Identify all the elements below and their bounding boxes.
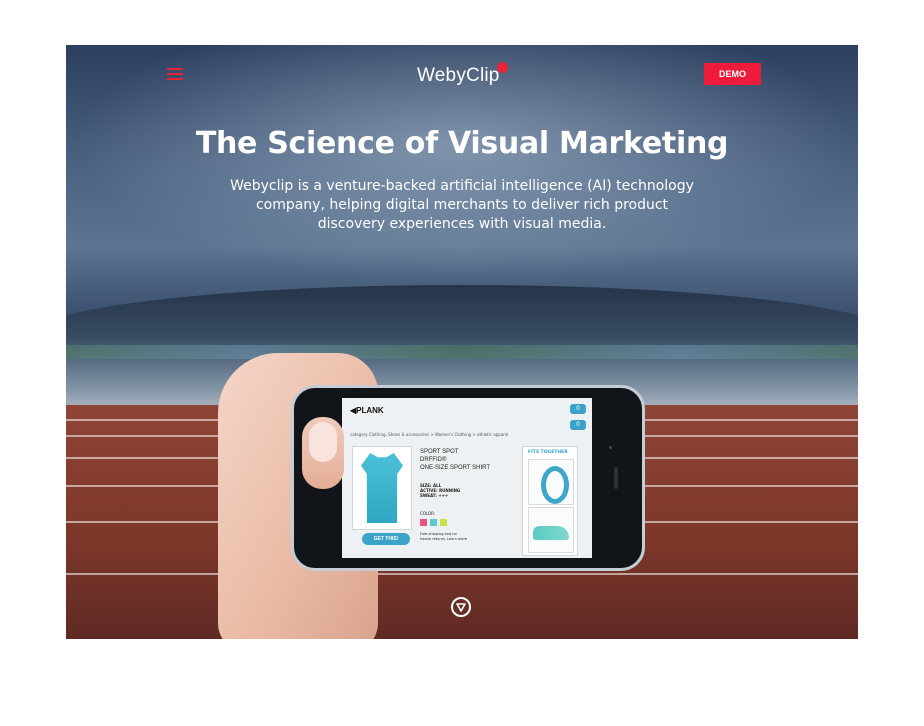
wristband-image	[541, 466, 569, 504]
phone-home-button	[614, 467, 618, 489]
fits-together-label: FITS TOGETHER	[528, 450, 568, 455]
color-swatch	[430, 519, 437, 526]
product-meta: SIZE: ALL ACTIVE: RUNNING SWEAT: +++	[420, 483, 461, 498]
page-title: The Science of Visual Marketing	[195, 126, 729, 161]
chevron-down-circle-icon[interactable]	[451, 597, 471, 617]
color-swatch	[440, 519, 447, 526]
product-image	[352, 446, 412, 530]
screen-breadcrumb: category Clothing, Shoes & accessories >…	[350, 432, 509, 437]
product-title: SPORT SPOT DRFFID® ONE-SIZE SPORT SHIRT	[420, 449, 491, 471]
hero-section: WebyClip DEMO The Science of Visual Mark…	[66, 45, 858, 639]
color-swatch	[420, 519, 427, 526]
phone-speaker	[609, 446, 612, 449]
get-this-button: GET THIS!	[362, 533, 410, 545]
stadium-band	[66, 345, 858, 359]
demo-button[interactable]: DEMO	[704, 63, 761, 85]
hamburger-icon[interactable]	[167, 68, 183, 80]
shoe-image	[533, 526, 569, 540]
fits-item-shoe	[528, 507, 574, 553]
hero-subtitle: Webyclip is a venture-backed artificial …	[230, 178, 694, 232]
logo[interactable]: WebyClip	[417, 65, 500, 87]
thumb-nail	[309, 422, 337, 462]
phone-screen: ◀PLANK 0 0 category Clothing, Shoes & ac…	[342, 398, 592, 558]
shipping-note: Free shipping and no hassle returns. Lea…	[420, 532, 467, 541]
fits-together-panel: FITS TOGETHER	[522, 446, 578, 556]
shirt-image	[361, 453, 403, 523]
track-lane	[66, 573, 858, 575]
color-label: COLOR:	[420, 511, 436, 516]
logo-dot	[497, 62, 508, 73]
screen-brand-logo: ◀PLANK	[350, 406, 384, 415]
fits-item-band	[528, 459, 574, 505]
screen-badge: 0	[570, 404, 586, 414]
phone-mockup: ◀PLANK 0 0 category Clothing, Shoes & ac…	[291, 385, 645, 571]
screen-badge: 0	[570, 420, 586, 430]
